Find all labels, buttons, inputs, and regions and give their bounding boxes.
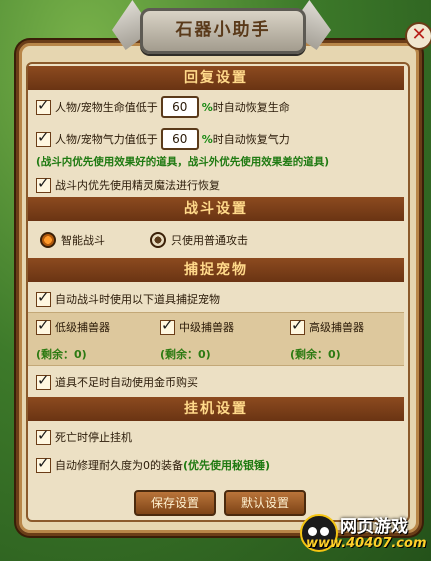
auto-repair-label: 自动修理耐久度为0的装备 bbox=[55, 459, 183, 472]
mp-label: 人物/宠物气力值低于 bbox=[55, 133, 158, 146]
trap-high-label: 高级捕兽器 bbox=[309, 321, 364, 334]
auto-buy-label: 道具不足时自动使用金币购买 bbox=[55, 376, 198, 389]
hp-suffix: 时自动恢复生命 bbox=[212, 101, 290, 114]
auto-buy-checkbox[interactable] bbox=[36, 371, 51, 390]
save-settings-button[interactable]: 保存设置 bbox=[134, 490, 216, 516]
trap-low-remain: (剩余：0) bbox=[36, 348, 87, 361]
window-title: 石器小助手 bbox=[140, 8, 306, 54]
section-header-idle: 挂机设置 bbox=[28, 397, 404, 421]
battle-smart-label: 智能战斗 bbox=[61, 234, 105, 247]
hp-checkbox[interactable] bbox=[36, 96, 51, 115]
stop-on-death-checkbox[interactable] bbox=[36, 426, 51, 445]
close-button[interactable]: ✕ bbox=[405, 22, 431, 50]
mp-checkbox[interactable] bbox=[36, 128, 51, 147]
trap-mid-label: 中级捕兽器 bbox=[179, 321, 234, 334]
default-settings-button[interactable]: 默认设置 bbox=[224, 490, 306, 516]
trap-high-checkbox[interactable] bbox=[290, 316, 305, 335]
section-header-capture: 捕捉宠物 bbox=[28, 258, 404, 282]
spirit-magic-checkbox[interactable] bbox=[36, 174, 51, 193]
spirit-magic-label: 战斗内优先使用精灵魔法进行恢复 bbox=[55, 179, 220, 192]
spirit-magic-row: 战斗内优先使用精灵魔法进行恢复 bbox=[36, 174, 220, 194]
trap-low: 低级捕兽器 bbox=[36, 316, 110, 336]
radio-icon[interactable] bbox=[150, 232, 166, 248]
auto-repair-checkbox[interactable] bbox=[36, 454, 51, 473]
mp-threshold-input[interactable]: 60 bbox=[160, 128, 199, 150]
trap-mid-checkbox[interactable] bbox=[160, 316, 175, 335]
hp-row: 人物/宠物生命值低于 60 % 时自动恢复生命 bbox=[36, 96, 290, 118]
battle-smart-option[interactable]: 智能战斗 bbox=[40, 231, 105, 249]
logo-text-main: 网页游戏 bbox=[340, 517, 408, 537]
capture-auto-label: 自动战斗时使用以下道具捕捉宠物 bbox=[55, 293, 220, 306]
trap-mid: 中级捕兽器 bbox=[160, 316, 234, 336]
site-logo: 网页游戏 www.40407.com bbox=[300, 510, 427, 556]
battle-normal-label: 只使用普通攻击 bbox=[171, 234, 248, 247]
trap-mid-remain: (剩余：0) bbox=[160, 348, 211, 361]
stop-on-death-row: 死亡时停止挂机 bbox=[36, 426, 132, 446]
capture-auto-checkbox[interactable] bbox=[36, 288, 51, 307]
logo-text-url: www.40407.com bbox=[306, 536, 427, 551]
radio-icon[interactable] bbox=[40, 232, 56, 248]
battle-normal-option[interactable]: 只使用普通攻击 bbox=[150, 231, 248, 249]
hp-threshold-input[interactable]: 60 bbox=[160, 96, 199, 118]
mp-suffix: 时自动恢复气力 bbox=[212, 133, 290, 146]
section-header-battle: 战斗设置 bbox=[28, 197, 404, 221]
mp-pct: % bbox=[201, 132, 213, 146]
hp-pct: % bbox=[201, 100, 213, 114]
section-header-recovery: 回复设置 bbox=[28, 66, 404, 90]
auto-repair-row: 自动修理耐久度为0的装备 (优先使用秘银锤) bbox=[36, 454, 271, 474]
hp-label: 人物/宠物生命值低于 bbox=[55, 101, 158, 114]
trap-high: 高级捕兽器 bbox=[290, 316, 364, 336]
auto-buy-row: 道具不足时自动使用金币购买 bbox=[36, 371, 198, 391]
trap-low-checkbox[interactable] bbox=[36, 316, 51, 335]
auto-repair-note: (优先使用秘银锤) bbox=[183, 459, 271, 472]
mp-row: 人物/宠物气力值低于 60 % 时自动恢复气力 bbox=[36, 128, 290, 150]
recovery-note: (战斗内优先使用效果好的道具，战斗外优先使用效果差的道具) bbox=[36, 155, 330, 168]
trap-high-remain: (剩余：0) bbox=[290, 348, 341, 361]
capture-auto-row: 自动战斗时使用以下道具捕捉宠物 bbox=[36, 288, 220, 308]
stop-on-death-label: 死亡时停止挂机 bbox=[55, 431, 132, 444]
trap-low-label: 低级捕兽器 bbox=[55, 321, 110, 334]
